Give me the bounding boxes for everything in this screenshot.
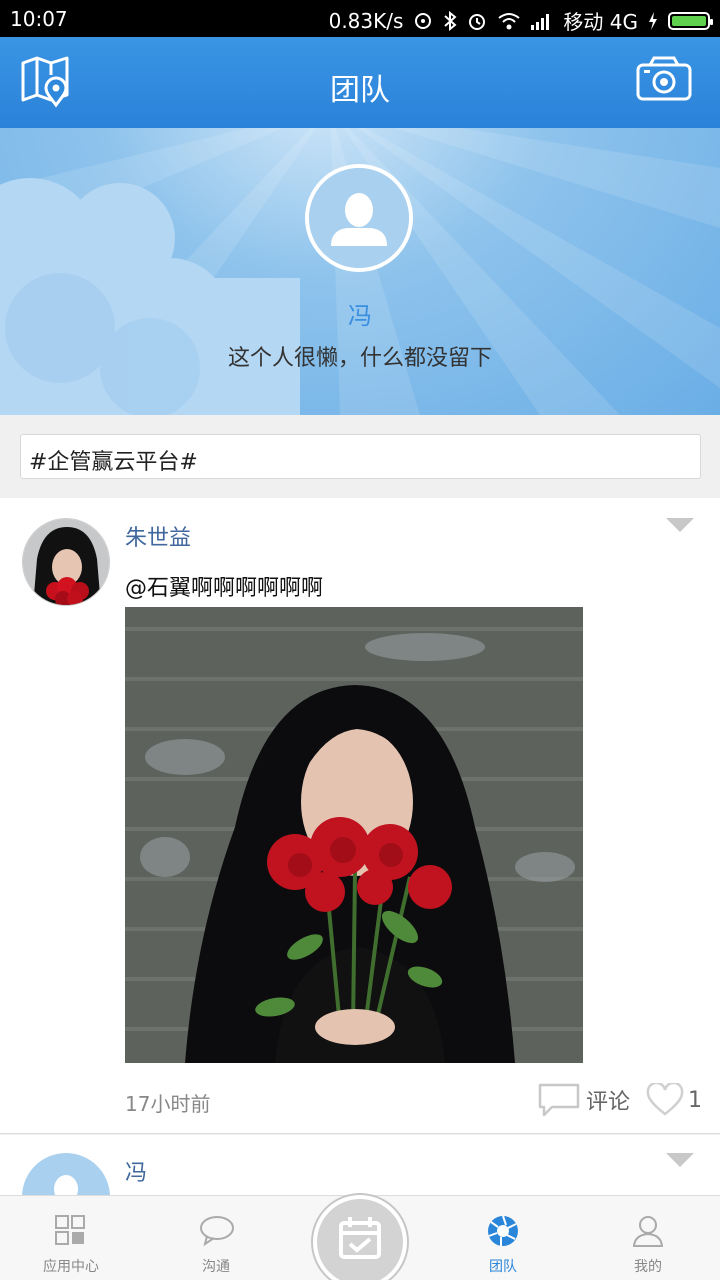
- comment-icon: [538, 1083, 580, 1117]
- carrier-label: 移动 4G: [563, 10, 638, 34]
- nav-item-app-center[interactable]: 应用中心: [16, 1196, 126, 1280]
- person-icon: [632, 1216, 664, 1247]
- post-time: 17小时前: [125, 1092, 211, 1116]
- feed-post: 朱世益 @石翼啊啊啊啊啊啊 17小时前 评论 1: [0, 498, 720, 1134]
- grid-icon: [55, 1215, 85, 1245]
- nav-label: 团队: [489, 1259, 517, 1275]
- like-count: 1: [688, 1087, 702, 1113]
- profile-bio: 这个人很懒，什么都没留下: [227, 346, 492, 371]
- chevron-down-icon[interactable]: [666, 518, 694, 532]
- like-button[interactable]: 1: [646, 1083, 702, 1117]
- default-avatar-icon: [309, 168, 409, 268]
- chat-bubble-icon: [200, 1216, 234, 1246]
- post-content: @石翼啊啊啊啊啊啊: [125, 576, 324, 601]
- chevron-down-icon[interactable]: [666, 1153, 694, 1167]
- profile-banner: 冯 这个人很懒，什么都没留下: [0, 128, 720, 415]
- nav-item-mine[interactable]: 我的: [593, 1196, 703, 1280]
- topic-tag[interactable]: #企管赢云平台#: [20, 434, 701, 479]
- nav-label: 应用中心: [43, 1259, 99, 1275]
- nav-item-chat[interactable]: 沟通: [161, 1196, 271, 1280]
- calendar-check-icon: [339, 1217, 381, 1259]
- status-bar: 10:07 0.83K/s 移动 4G: [0, 0, 720, 37]
- alarm-icon: [469, 13, 486, 30]
- author-avatar[interactable]: [22, 518, 110, 606]
- aperture-icon: [488, 1215, 518, 1246]
- profile-avatar[interactable]: [305, 164, 413, 272]
- heart-icon: [646, 1083, 684, 1116]
- post-image[interactable]: [125, 607, 583, 1063]
- nav-item-team[interactable]: 团队: [448, 1196, 558, 1280]
- page-title: 团队: [330, 73, 390, 108]
- profile-name: 冯: [348, 302, 372, 330]
- app-bar: 团队: [0, 37, 720, 128]
- author-name[interactable]: 朱世益: [125, 520, 191, 552]
- bluetooth-icon: [444, 10, 457, 31]
- comment-button[interactable]: 评论: [538, 1083, 630, 1117]
- sync-icon: [415, 12, 432, 29]
- nav-label: 沟通: [202, 1259, 230, 1275]
- author-name[interactable]: 冯: [125, 1155, 147, 1187]
- nav-label: 我的: [634, 1259, 662, 1275]
- net-speed: 0.83K/s: [328, 8, 404, 33]
- signal-icon: [531, 13, 550, 30]
- battery-icon: [668, 11, 713, 30]
- camera-icon: [636, 56, 692, 101]
- wifi-icon: [498, 12, 521, 29]
- comment-label: 评论: [586, 1090, 631, 1115]
- charging-icon: [649, 11, 657, 30]
- camera-button[interactable]: [636, 55, 696, 111]
- checkin-button[interactable]: [313, 1195, 407, 1280]
- status-time: 10:07: [10, 7, 68, 31]
- post-photo: [125, 607, 583, 1063]
- author-photo: [23, 519, 109, 605]
